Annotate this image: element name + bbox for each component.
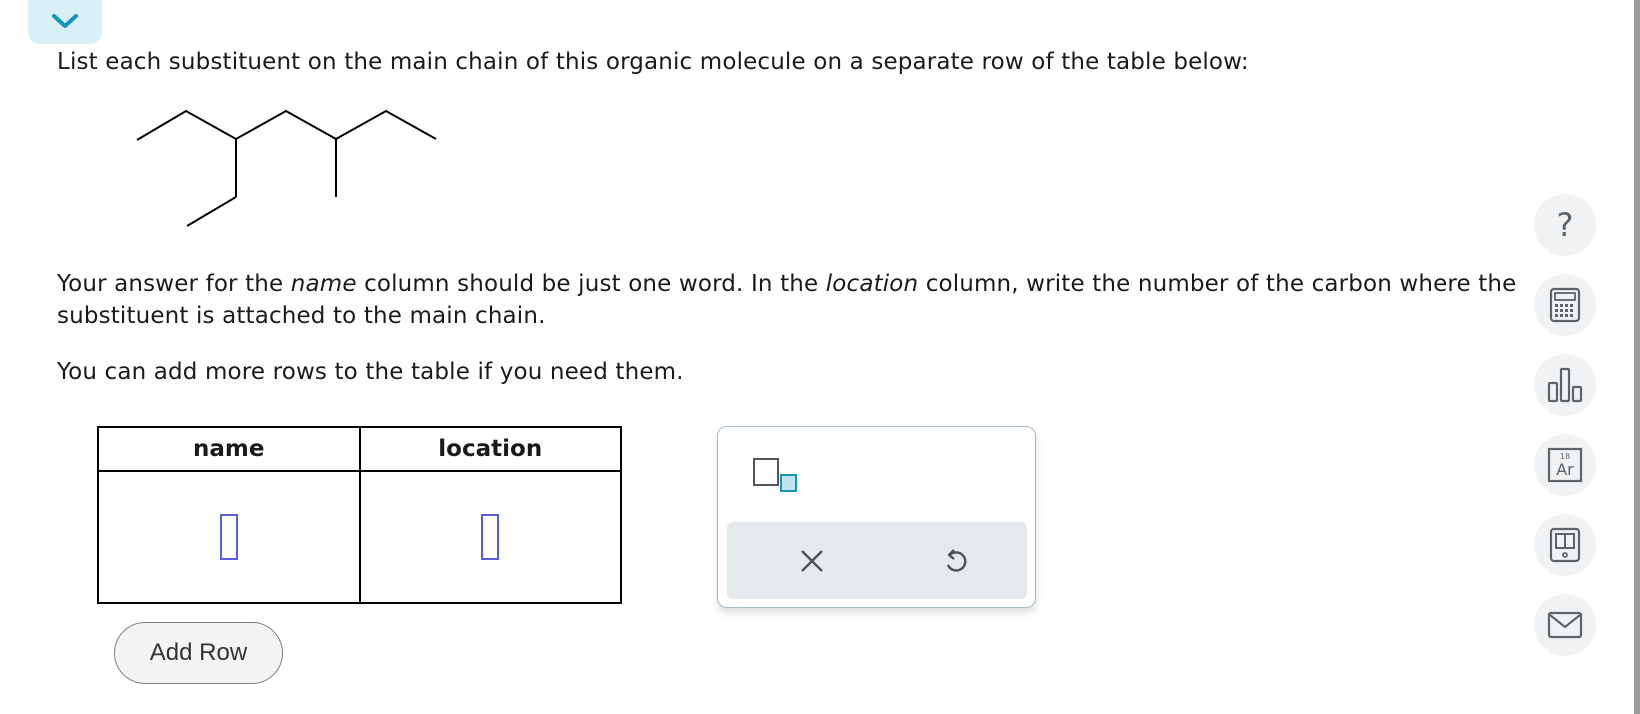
location-column-term: location xyxy=(825,271,919,297)
instructions-text: Your answer for the xyxy=(57,271,291,297)
periodic-symbol-label: Ar xyxy=(1556,460,1574,479)
undo-icon[interactable] xyxy=(941,546,969,576)
add-rows-note: You can add more rows to the table if yo… xyxy=(57,359,684,385)
molecule-structure xyxy=(136,109,437,227)
message-icon xyxy=(1547,611,1583,639)
palette-action-bar xyxy=(727,522,1027,599)
add-row-button[interactable]: Add Row xyxy=(114,622,283,684)
calculator-button[interactable] xyxy=(1534,274,1596,336)
answer-table: name location xyxy=(97,426,622,604)
answer-palette xyxy=(717,426,1036,608)
table-row xyxy=(97,470,622,604)
periodic-table-icon: 18 Ar xyxy=(1547,447,1583,483)
instructions-text: column should be just one word. In the xyxy=(356,271,826,297)
location-column-header: location xyxy=(358,426,622,472)
clear-icon[interactable] xyxy=(799,548,825,574)
chevron-down-icon xyxy=(52,14,78,28)
answer-instructions: Your answer for the name column should b… xyxy=(57,268,1567,332)
question-prompt: List each substituent on the main chain … xyxy=(57,49,1249,75)
data-chart-button[interactable] xyxy=(1534,354,1596,416)
location-cell[interactable] xyxy=(358,470,622,604)
data-chart-icon xyxy=(1547,367,1583,403)
message-button[interactable] xyxy=(1534,594,1596,656)
name-column-term: name xyxy=(290,271,357,297)
subscript-template-icon[interactable] xyxy=(752,457,798,493)
reference-book-button[interactable] xyxy=(1534,514,1596,576)
scrollbar[interactable] xyxy=(1634,0,1640,714)
calculator-icon xyxy=(1549,287,1581,323)
help-icon: ? xyxy=(1556,206,1574,244)
periodic-table-button[interactable]: 18 Ar xyxy=(1534,434,1596,496)
reference-book-icon xyxy=(1549,527,1581,563)
table-header-row: name location xyxy=(97,426,622,472)
name-cell[interactable] xyxy=(97,470,361,604)
name-column-header: name xyxy=(97,426,361,472)
name-answer-input[interactable] xyxy=(219,514,238,560)
help-button[interactable]: ? xyxy=(1534,194,1596,256)
location-answer-input[interactable] xyxy=(481,514,500,560)
collapse-panel-button[interactable] xyxy=(28,0,102,44)
